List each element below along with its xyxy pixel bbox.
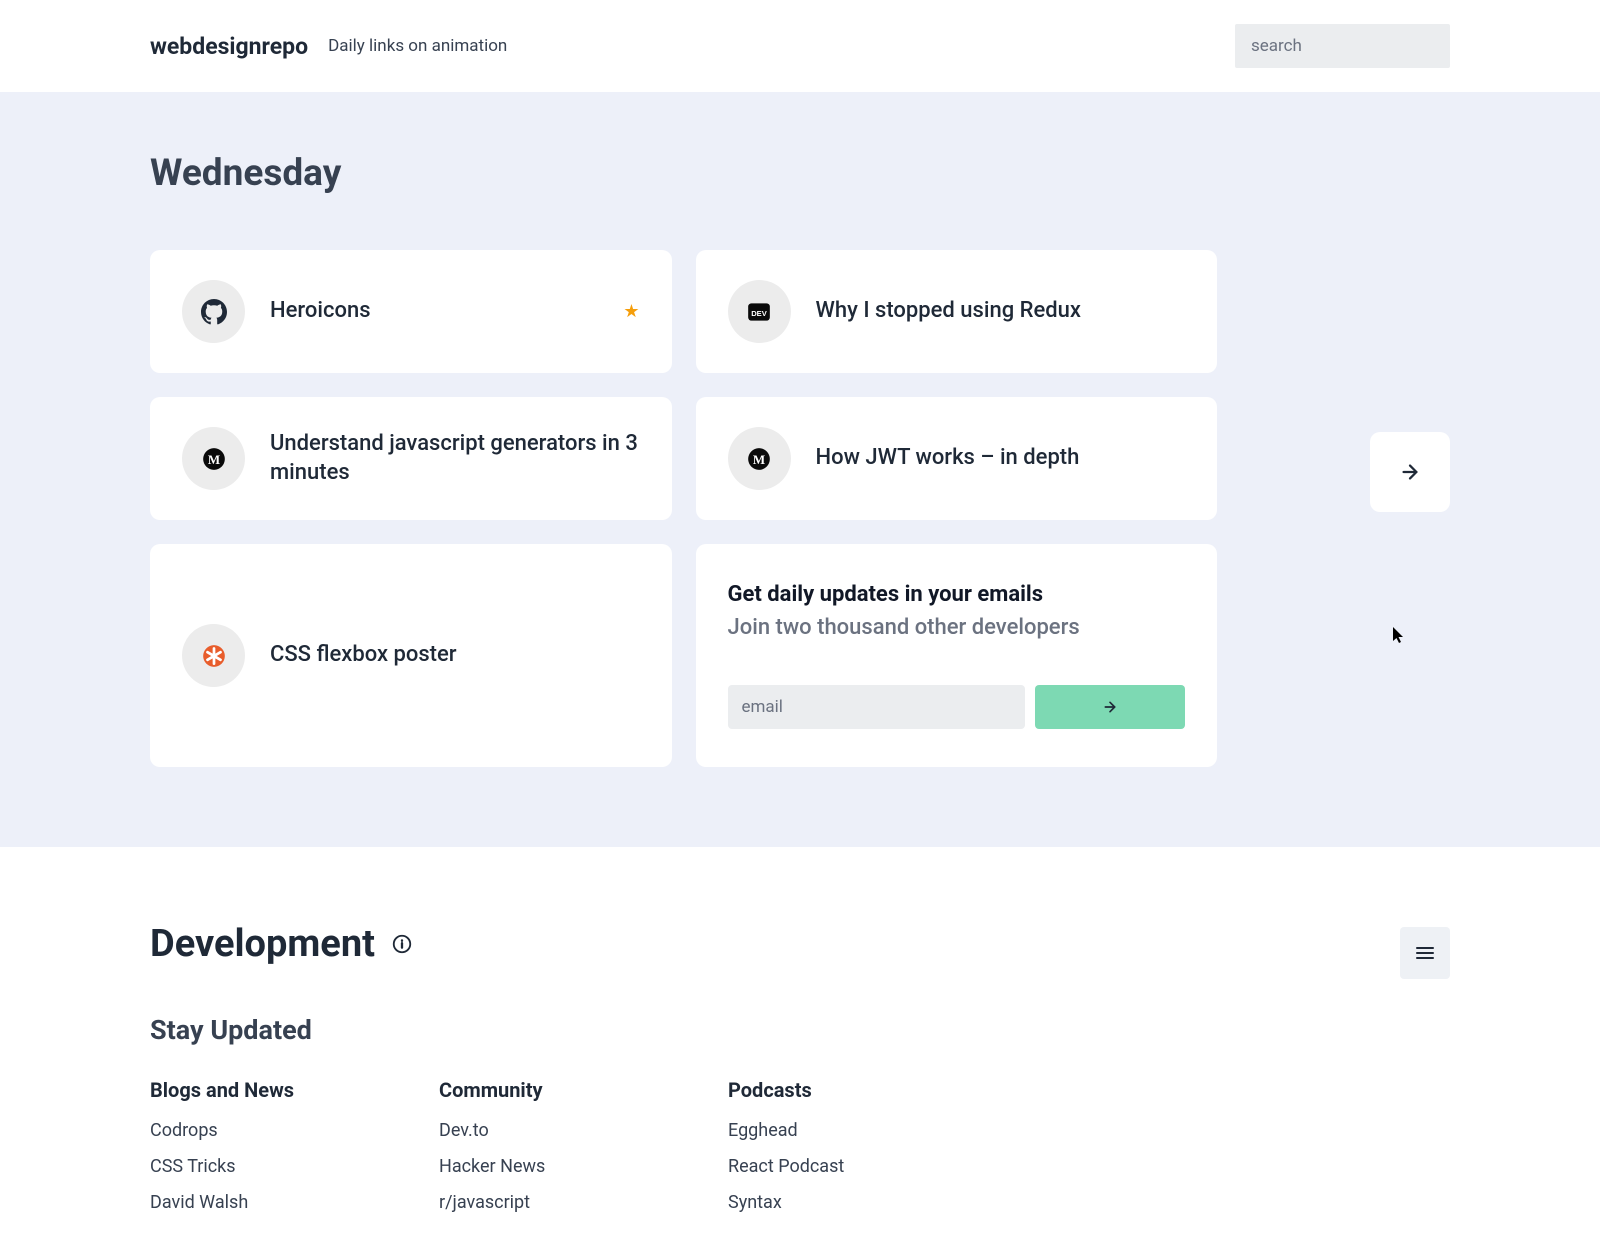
medium-icon: M [182,427,245,490]
email-input[interactable] [728,685,1026,729]
submit-button[interactable] [1035,685,1185,729]
blogs-column: Blogs and News Codrops CSS Tricks David … [150,1078,435,1228]
header-left: webdesignrepo Daily links on animation [150,33,507,60]
medium-icon: M [728,427,791,490]
community-column: Community Dev.to Hacker News r/javascrip… [439,1078,724,1228]
info-icon[interactable] [391,933,413,955]
link-card-jwt[interactable]: M How JWT works – in depth [696,397,1218,520]
card-title: How JWT works – in depth [816,444,1186,473]
link-item[interactable]: Egghead [728,1120,1013,1141]
github-icon [182,280,245,343]
mouse-cursor [1393,627,1407,645]
links-columns: Blogs and News Codrops CSS Tricks David … [150,1078,1450,1228]
link-item[interactable]: CSS Tricks [150,1156,435,1177]
column-heading: Blogs and News [150,1078,435,1102]
signup-card: Get daily updates in your emails Join tw… [696,544,1218,767]
arrow-right-icon [1399,461,1421,483]
development-title: Development [150,922,375,966]
svg-text:DEV: DEV [751,308,767,317]
link-item[interactable]: React Podcast [728,1156,1013,1177]
logo[interactable]: webdesignrepo [150,33,308,60]
cards-grid: Heroicons ★ DEV Why I stopped using Redu… [150,250,1217,767]
asterisk-icon [182,624,245,687]
hamburger-icon [1416,946,1434,960]
signup-subtitle: Join two thousand other developers [728,615,1186,640]
link-item[interactable]: Codrops [150,1120,435,1141]
card-title: Why I stopped using Redux [816,297,1186,326]
daily-section: Wednesday Heroicons ★ DEV Why I stopped … [0,92,1600,847]
link-item[interactable]: David Walsh [150,1192,435,1213]
svg-text:M: M [753,451,765,466]
signup-form [728,685,1186,729]
svg-text:M: M [207,451,219,466]
card-title: Understand javascript generators in 3 mi… [270,430,640,487]
header: webdesignrepo Daily links on animation [0,0,1600,92]
development-section: Development Stay Updated Blogs and News … [0,847,1600,1258]
link-card-redux[interactable]: DEV Why I stopped using Redux [696,250,1218,373]
link-card-flexbox[interactable]: CSS flexbox poster [150,544,672,767]
column-heading: Podcasts [728,1078,1013,1102]
link-item[interactable]: Syntax [728,1192,1013,1213]
stay-updated-heading: Stay Updated [150,1014,1450,1046]
development-header: Development [150,922,1450,966]
menu-button[interactable] [1400,927,1450,979]
arrow-right-icon [1102,699,1118,715]
day-title: Wednesday [150,152,1450,195]
link-item[interactable]: Dev.to [439,1120,724,1141]
tagline: Daily links on animation [328,36,507,56]
link-card-generators[interactable]: M Understand javascript generators in 3 … [150,397,672,520]
card-title: CSS flexbox poster [270,641,640,670]
search-input[interactable] [1235,24,1450,68]
column-heading: Community [439,1078,724,1102]
podcasts-column: Podcasts Egghead React Podcast Syntax [728,1078,1013,1228]
link-card-heroicons[interactable]: Heroicons ★ [150,250,672,373]
dev-icon: DEV [728,280,791,343]
card-title: Heroicons [270,297,598,326]
next-button[interactable] [1370,432,1450,512]
signup-title: Get daily updates in your emails [728,582,1186,607]
link-item[interactable]: r/javascript [439,1192,724,1213]
star-icon: ★ [623,301,639,322]
link-item[interactable]: Hacker News [439,1156,724,1177]
